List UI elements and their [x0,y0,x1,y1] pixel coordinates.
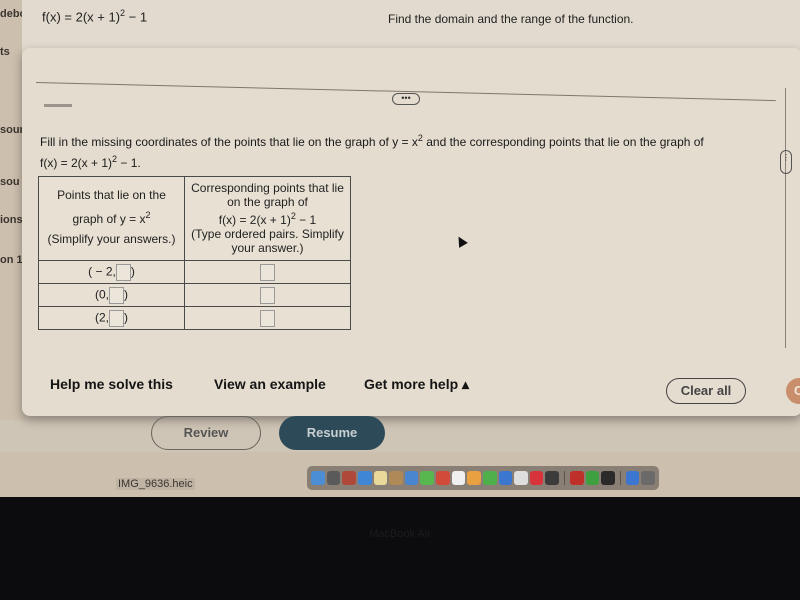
x-prefix: (0, [94,287,109,302]
dock-calendar-icon[interactable] [451,471,466,485]
suffix: ) [130,264,135,279]
col2-header-d: (Type ordered pairs. Simplify [191,227,344,241]
instruction-text: Find the domain and the range of the fun… [388,12,634,26]
expand-more-button[interactable]: ••• [392,93,420,105]
y-input[interactable] [109,309,124,327]
sidebar-item-6[interactable]: on 1 [0,254,23,266]
sidebar-item-2[interactable]: ts [0,46,10,58]
drag-handle [44,104,72,107]
dock-trash-icon[interactable] [641,471,656,485]
x-prefix: (2, [94,310,109,325]
col2-header: Corresponding points that lie on the gra… [184,176,351,261]
sidebar-item-3[interactable]: sour [0,124,24,136]
question-text: Fill in the missing coordinates of the p… [40,130,730,172]
y-input[interactable] [109,286,124,304]
dock-mirror-icon[interactable] [601,471,615,485]
question-part2: and the corresponding points that lie on… [422,135,704,149]
macos-dock [307,466,659,490]
get-more-help-link[interactable]: Get more help ▴ [364,376,469,393]
check-answer-button[interactable]: C [786,378,800,404]
question-line2-tail: − 1. [117,156,141,170]
clear-all-button[interactable]: Clear all [666,378,746,404]
x-prefix: ( − 2, [88,264,116,279]
sidebar-item-4[interactable]: sou [0,176,20,188]
formula-text: f(x) = 2(x + 1) [42,9,121,25]
y-input[interactable] [115,263,131,281]
dock-finder-icon[interactable] [311,471,325,485]
suffix: ) [124,310,128,325]
col2-header-b: on the graph of [227,195,308,209]
dock-notes-icon[interactable] [373,471,388,485]
answer-cell [184,283,351,307]
dock-separator [619,471,621,485]
col2-header-c: f(x) = 2(x + 1) [218,213,291,227]
dock-app-store-icon[interactable] [498,471,513,485]
desktop-file-label[interactable]: IMG_9636.heic [116,478,195,490]
sidebar-item-5[interactable]: ions [0,214,23,226]
dock-separator [564,471,565,485]
function-formula: f(x) = 2(x + 1)2 − 1 [42,8,147,24]
dock-safari-icon[interactable] [357,471,372,485]
x-point-cell: (0,) [38,283,185,307]
dock-numbers-icon[interactable] [585,471,600,485]
answer-input[interactable] [260,263,275,281]
laptop-brand-label: MacBook Air [369,528,431,540]
scroll-handle[interactable]: ⋮ [780,150,792,174]
dock-messages-icon[interactable] [420,471,434,485]
scroll-track [785,88,786,348]
dock-chrome-icon[interactable] [436,471,450,485]
question-dialog: ••• Fill in the missing coordinates of t… [22,48,800,416]
answer-input[interactable] [260,309,275,327]
formula-tail: − 1 [125,9,148,25]
dock-photos-icon[interactable] [467,471,481,485]
dock-acrobat-icon[interactable] [569,471,584,485]
table-row: (2,) [38,306,351,330]
dock-contacts-icon[interactable] [389,471,403,485]
suffix: ) [124,287,128,302]
x-point-cell: ( − 2,) [38,260,185,284]
col1-header-a: Points that lie on the [57,188,166,202]
review-button[interactable]: Review [151,416,261,450]
col1-header: Points that lie on the graph of y = x2 (… [38,176,185,261]
dock-mail-icon[interactable] [404,471,419,485]
dock-camera-icon[interactable] [545,471,559,485]
col2-header-tail: − 1 [295,213,317,227]
help-me-solve-link[interactable]: Help me solve this [50,376,173,392]
points-table: Points that lie on the graph of y = x2 (… [38,176,351,330]
dock-music-icon[interactable] [529,471,544,485]
dialog-footer: Help me solve this View an example Get m… [22,368,800,416]
table-row: (0,) [38,283,351,307]
resume-button[interactable]: Resume [279,416,385,450]
col1-header-b: graph of y = x [72,212,146,226]
dock-photo-booth-icon[interactable] [342,471,356,485]
table-header-row: Points that lie on the graph of y = x2 (… [38,176,351,261]
x-point-cell: (2,) [38,306,185,330]
col1-header-exp: 2 [145,210,151,220]
dock-simulator-icon[interactable] [514,471,528,485]
answer-cell [184,260,351,284]
dock-launchpad-icon[interactable] [326,471,341,485]
col2-header-e: your answer.) [231,241,304,255]
col1-header-c: (Simplify your answers.) [47,232,176,246]
dock-app-store-2-icon[interactable] [625,471,640,485]
dock-facetime-icon[interactable] [482,471,497,485]
answer-cell [184,306,351,330]
question-part1: Fill in the missing coordinates of the p… [40,135,418,149]
table-row: ( − 2,) [38,260,351,284]
screen: debo ts sour sou ions on 1 f(x) = 2(x + … [0,0,800,497]
view-example-link[interactable]: View an example [214,376,326,392]
answer-input[interactable] [260,286,275,304]
question-line2: f(x) = 2(x + 1) [40,156,113,170]
col2-header-a: Corresponding points that lie [191,181,344,195]
